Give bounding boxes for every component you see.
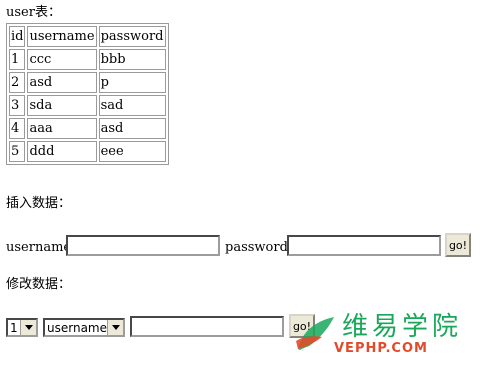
update-section-title: 修改数据： xyxy=(6,277,72,292)
cell-username: sda xyxy=(27,95,97,116)
cell-password: p xyxy=(98,72,166,93)
cell-password: asd xyxy=(98,118,166,139)
cell-id: 5 xyxy=(9,141,26,162)
cell-id: 1 xyxy=(9,49,26,70)
table-header-row: id username password xyxy=(9,26,166,47)
update-field-select-value: username xyxy=(47,320,107,335)
insert-username-input[interactable] xyxy=(66,235,220,256)
table-title: user表： xyxy=(6,5,61,20)
update-value-input[interactable] xyxy=(130,316,284,337)
watermark-chinese-text: 维易学院 xyxy=(342,312,463,342)
insert-password-input[interactable] xyxy=(287,235,441,256)
cell-username: aaa xyxy=(27,118,97,139)
insert-go-button[interactable]: go! xyxy=(445,233,471,257)
cell-username: ddd xyxy=(27,141,97,162)
column-header-id: id xyxy=(9,26,26,47)
update-id-select[interactable]: 1 xyxy=(6,318,38,337)
leaf-logo-icon xyxy=(296,317,334,352)
table-row: 5 ddd eee xyxy=(9,141,166,162)
cell-password: sad xyxy=(98,95,166,116)
insert-section-title: 插入数据： xyxy=(6,196,72,211)
table-row: 4 aaa asd xyxy=(9,118,166,139)
cell-password: bbb xyxy=(98,49,166,70)
chevron-down-icon[interactable] xyxy=(20,320,36,335)
cell-id: 4 xyxy=(9,118,26,139)
vephp-watermark-logo: 维易学院 VEPHP.COM xyxy=(292,309,467,359)
table-row: 2 asd p xyxy=(9,72,166,93)
cell-id: 3 xyxy=(9,95,26,116)
cell-password: eee xyxy=(98,141,166,162)
update-id-select-value: 1 xyxy=(10,320,18,335)
chevron-down-icon[interactable] xyxy=(107,320,123,335)
cell-id: 2 xyxy=(9,72,26,93)
cell-username: asd xyxy=(27,72,97,93)
watermark-english-text: VEPHP.COM xyxy=(334,341,428,356)
table-row: 3 sda sad xyxy=(9,95,166,116)
column-header-username: username xyxy=(27,26,97,47)
update-field-select[interactable]: username xyxy=(43,318,125,337)
column-header-password: password xyxy=(98,26,166,47)
users-table: id username password 1 ccc bbb 2 asd p 3… xyxy=(6,23,169,165)
table-row: 1 ccc bbb xyxy=(9,49,166,70)
insert-password-label: password: xyxy=(225,240,293,255)
cell-username: ccc xyxy=(27,49,97,70)
